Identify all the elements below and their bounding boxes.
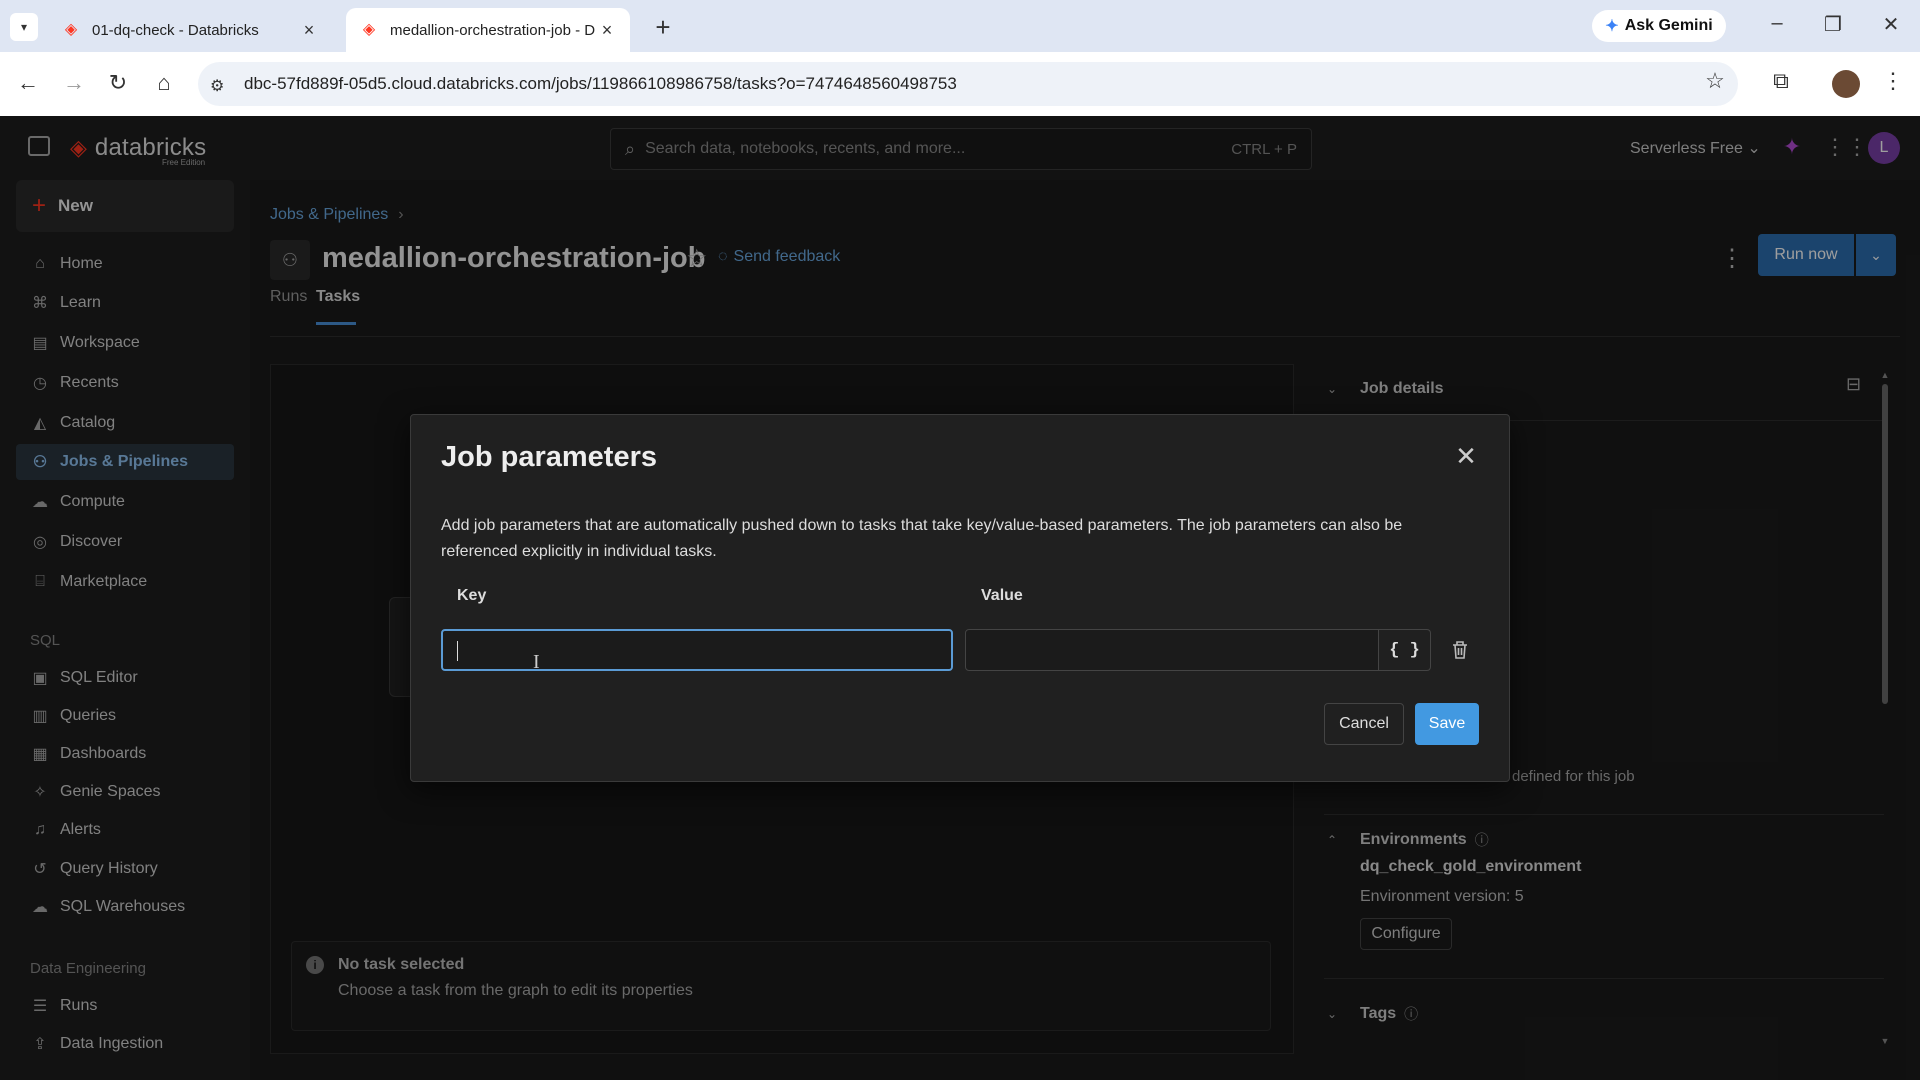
browser-tab-medallion[interactable]: ◈ medallion-orchestration-job - D ×	[346, 8, 630, 52]
close-window-icon[interactable]: ✕	[1876, 12, 1906, 37]
new-tab-icon[interactable]: +	[650, 12, 676, 43]
browser-tab-bar: ▾ ◈ 01-dq-check - Databricks × ◈ medalli…	[0, 0, 1920, 52]
back-icon[interactable]: ←	[14, 70, 42, 96]
home-browser-icon[interactable]: ⌂	[150, 70, 178, 96]
ask-gemini-label: Ask Gemini	[1624, 17, 1713, 34]
save-button[interactable]: Save	[1415, 703, 1479, 745]
trash-icon	[1453, 641, 1467, 659]
site-info-icon[interactable]: ⚙	[210, 76, 224, 96]
dialog-description: Add job parameters that are automaticall…	[441, 517, 1403, 560]
gemini-sparkle-icon: ✦	[1605, 18, 1619, 35]
browser-menu-icon[interactable]: ⋮	[1878, 68, 1908, 94]
browser-toolbar: ← → ↻ ⌂ dbc-57fd889f-05d5.cloud.databric…	[0, 52, 1920, 116]
url-bar[interactable]: dbc-57fd889f-05d5.cloud.databricks.com/j…	[198, 62, 1738, 106]
dialog-title: Job parameters	[441, 441, 657, 473]
browser-tab-dq-check[interactable]: ◈ 01-dq-check - Databricks ×	[48, 8, 332, 52]
databricks-favicon-icon: ◈	[362, 21, 376, 38]
url-text: dbc-57fd889f-05d5.cloud.databricks.com/j…	[244, 74, 957, 93]
delete-parameter-button[interactable]	[1445, 635, 1475, 665]
value-column-label: Value	[981, 587, 1023, 604]
databricks-favicon-icon: ◈	[64, 21, 78, 38]
close-tab-icon[interactable]: ×	[598, 20, 616, 41]
job-parameters-dialog: Job parameters ✕ Add job parameters that…	[410, 414, 1510, 782]
ask-gemini-button[interactable]: ✦ Ask Gemini	[1592, 10, 1726, 42]
dynamic-value-button[interactable]: { }	[1379, 629, 1431, 671]
close-tab-icon[interactable]: ×	[300, 20, 318, 41]
parameter-value-input[interactable]	[965, 629, 1379, 671]
browser-tab-title: 01-dq-check - Databricks	[92, 21, 259, 39]
tab-search-menu-icon[interactable]: ▾	[10, 13, 38, 41]
parameter-key-input[interactable]	[441, 629, 953, 671]
reload-icon[interactable]: ↻	[104, 70, 132, 96]
forward-icon[interactable]: →	[60, 70, 88, 96]
mouse-ibeam-cursor: I	[533, 651, 540, 673]
braces-icon: { }	[1389, 640, 1420, 660]
key-column-label: Key	[457, 587, 487, 604]
restore-icon[interactable]: ❐	[1818, 12, 1848, 37]
cancel-button[interactable]: Cancel	[1324, 703, 1404, 745]
close-icon[interactable]: ✕	[1451, 441, 1481, 472]
browser-profile-avatar[interactable]	[1832, 70, 1860, 98]
bookmark-star-icon[interactable]: ☆	[1700, 68, 1730, 94]
minimize-icon[interactable]: –	[1762, 12, 1792, 35]
text-cursor	[457, 641, 458, 661]
browser-tab-title: medallion-orchestration-job - D	[390, 21, 596, 39]
extensions-icon[interactable]: ⧉	[1766, 68, 1796, 94]
